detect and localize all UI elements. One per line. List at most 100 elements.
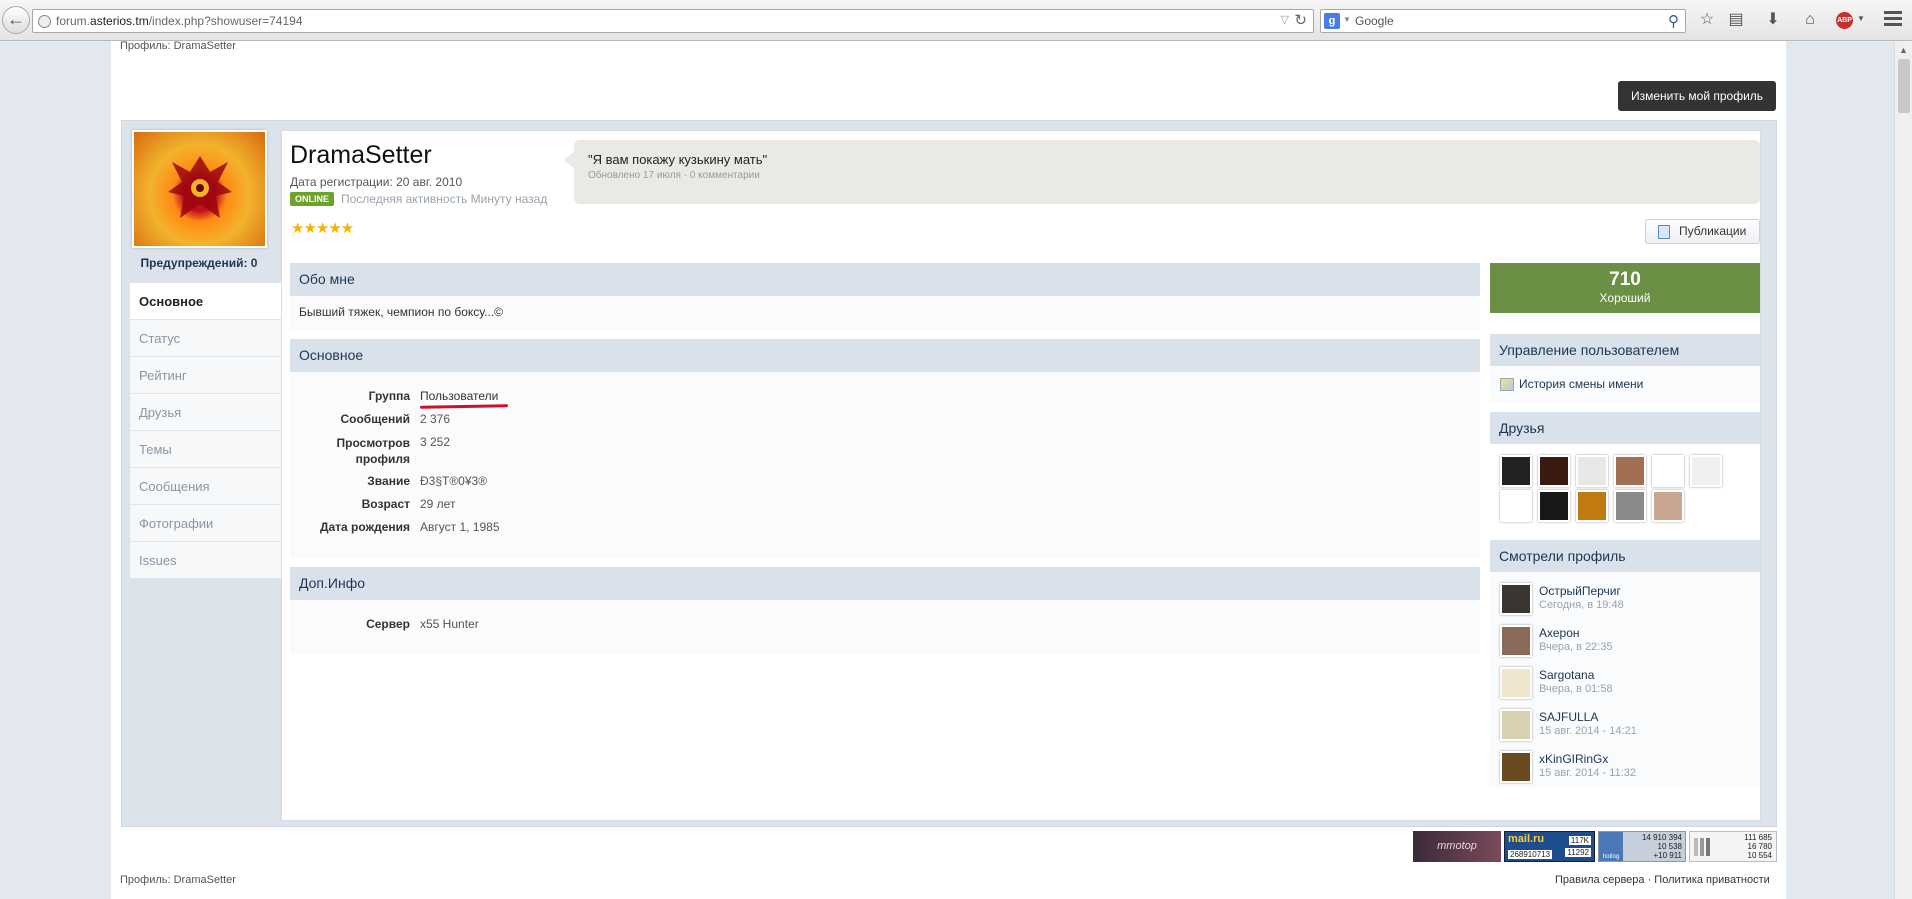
- tab-basic[interactable]: Основное: [130, 283, 281, 320]
- url-prefix: forum.: [56, 14, 91, 28]
- visitor-time: 15 авг. 2014 - 11:32: [1539, 767, 1636, 779]
- mailru-logo: mail.ru: [1508, 833, 1545, 845]
- friend-avatar[interactable]: [1500, 455, 1532, 487]
- tab-issues[interactable]: Issues: [130, 542, 281, 579]
- reputation-value: 710: [1609, 269, 1641, 290]
- profile-tabs: Основное Статус Рейтинг Друзья Темы Сооб…: [130, 283, 281, 579]
- friend-avatar[interactable]: [1652, 455, 1684, 487]
- li-stat-1: 111 685: [1744, 833, 1772, 842]
- friend-avatar[interactable]: [1576, 455, 1608, 487]
- hotlog-stat-3: +10 911: [1653, 851, 1682, 860]
- posts-value: 2 376: [420, 412, 451, 426]
- mmotop-counter[interactable]: mmotop: [1413, 831, 1501, 862]
- name-history-link[interactable]: История смены имени: [1519, 377, 1643, 391]
- friend-avatar[interactable]: [1614, 490, 1646, 522]
- scroll-up-icon[interactable]: ▲: [1899, 45, 1908, 55]
- mailru-stat-2: 11292: [1565, 848, 1591, 857]
- rank-value: Ð3§T®0¥3®: [420, 474, 488, 488]
- li-stat-3: 10 554: [1747, 851, 1772, 860]
- bookmark-star-icon[interactable]: ☆: [1696, 9, 1718, 31]
- bookmarks-list-icon[interactable]: ▤: [1725, 9, 1747, 31]
- url-path: /index.php?showuser=74194: [148, 14, 303, 28]
- url-bar[interactable]: forum.asterios.tm/index.php?showuser=741…: [32, 9, 1314, 33]
- browser-toolbar: ← forum.asterios.tm/index.php?showuser=7…: [0, 0, 1912, 41]
- hotlog-stat-2: 10 538: [1657, 842, 1682, 851]
- tab-status[interactable]: Статус: [130, 320, 281, 357]
- home-icon[interactable]: ⌂: [1799, 9, 1821, 31]
- tab-rating[interactable]: Рейтинг: [130, 357, 281, 394]
- visitor-avatar[interactable]: [1500, 583, 1532, 615]
- friend-avatar[interactable]: [1652, 490, 1684, 522]
- engine-dropdown-icon[interactable]: ▼: [1343, 15, 1351, 24]
- visitor-name-link[interactable]: Sargotana: [1539, 668, 1594, 682]
- visitor-name-link[interactable]: xKinGIRinGx: [1539, 752, 1608, 766]
- breadcrumb: Профиль: DramaSetter: [120, 40, 236, 52]
- avatar[interactable]: [132, 130, 267, 248]
- tab-topics[interactable]: Темы: [130, 431, 281, 468]
- publications-button[interactable]: Публикации: [1645, 219, 1760, 244]
- friends-header: Друзья: [1490, 412, 1760, 444]
- url-dropdown-icon[interactable]: ▽: [1281, 13, 1289, 26]
- age-label: Возраст: [361, 497, 410, 511]
- search-icon[interactable]: ⚲: [1668, 12, 1679, 30]
- visitor-time: Сегодня, в 19:48: [1539, 599, 1624, 611]
- url-host: asterios.tm: [90, 14, 149, 28]
- publications-label: Публикации: [1679, 224, 1747, 238]
- online-badge: ONLINE: [290, 192, 335, 206]
- visitor-time: Вчера, в 01:58: [1539, 683, 1613, 695]
- status-meta[interactable]: Обновлено 17 июля · 0 комментарии: [588, 170, 760, 181]
- friend-avatar[interactable]: [1538, 455, 1570, 487]
- reload-icon[interactable]: ↻: [1294, 11, 1307, 29]
- mailru-counter[interactable]: mail.ru 268910713 117K 11292: [1504, 831, 1595, 862]
- back-arrow-icon[interactable]: ←: [2, 6, 30, 34]
- hotlog-stat-1: 14 910 394: [1641, 833, 1682, 842]
- visitor-name-link[interactable]: ОстрыйПерчиг: [1539, 584, 1621, 598]
- visitor-avatar[interactable]: [1500, 667, 1532, 699]
- views-value: 3 252: [420, 435, 451, 449]
- friend-avatar[interactable]: [1614, 455, 1646, 487]
- google-engine-icon[interactable]: g: [1324, 13, 1340, 29]
- footer-breadcrumb[interactable]: Профиль: DramaSetter: [120, 874, 236, 886]
- friend-avatar[interactable]: [1500, 490, 1532, 522]
- hotlog-counter[interactable]: hotlog 14 910 394 10 538 +10 911: [1598, 831, 1686, 862]
- visitor-avatar[interactable]: [1500, 751, 1532, 783]
- scroll-thumb[interactable]: [1898, 59, 1910, 113]
- hotlog-logo: hotlog: [1599, 832, 1623, 861]
- friend-avatar[interactable]: [1576, 490, 1608, 522]
- tab-messages[interactable]: Сообщения: [130, 468, 281, 505]
- globe-icon: [38, 15, 51, 28]
- li-stat-2: 16 780: [1747, 842, 1772, 851]
- url-text[interactable]: forum.asterios.tm/index.php?showuser=741…: [56, 14, 303, 28]
- visitor-avatar[interactable]: [1500, 625, 1532, 657]
- search-input[interactable]: Google: [1355, 14, 1394, 28]
- age-value: 29 лет: [420, 497, 456, 511]
- last-activity: Последняя активность Минуту назад: [341, 192, 548, 206]
- adblock-icon[interactable]: ABP: [1836, 12, 1853, 29]
- status-text: "Я вам покажу кузькину мать": [588, 152, 768, 167]
- page-title: DramaSetter: [290, 141, 432, 169]
- warnings-count[interactable]: Предупреждений: 0: [129, 256, 269, 270]
- edit-profile-button[interactable]: Изменить мой профиль: [1618, 81, 1776, 111]
- download-icon[interactable]: ⬇: [1762, 9, 1784, 31]
- search-bar[interactable]: g ▼ Google ⚲: [1320, 9, 1686, 33]
- about-text: Бывший тяжек, чемпион по боксу...©: [299, 305, 503, 319]
- server-value: x55 Hunter: [420, 617, 479, 631]
- visitor-name-link[interactable]: SAJFULLA: [1539, 710, 1598, 724]
- footer-links[interactable]: Правила сервера · Политика приватности: [1555, 874, 1770, 886]
- visitor-avatar[interactable]: [1500, 709, 1532, 741]
- mailru-number: 268910713: [1508, 850, 1553, 859]
- tab-photos[interactable]: Фотографии: [130, 505, 281, 542]
- menu-icon[interactable]: [1884, 11, 1902, 29]
- friend-avatar[interactable]: [1690, 455, 1722, 487]
- liveinternet-counter[interactable]: 111 685 16 780 10 554: [1689, 831, 1777, 862]
- views-label: Просмотров профиля: [336, 436, 410, 466]
- about-header: Обо мне: [290, 263, 1480, 296]
- basic-header: Основное: [290, 339, 1480, 372]
- scrollbar[interactable]: ▲: [1894, 41, 1912, 899]
- visitor-name-link[interactable]: Ахерон: [1539, 626, 1580, 640]
- friend-avatar[interactable]: [1538, 490, 1570, 522]
- reputation-label: Хороший: [1599, 291, 1651, 305]
- rating-stars-icon: ★★★★★: [291, 220, 354, 237]
- adblock-dropdown-icon[interactable]: ▼: [1857, 14, 1865, 23]
- tab-friends[interactable]: Друзья: [130, 394, 281, 431]
